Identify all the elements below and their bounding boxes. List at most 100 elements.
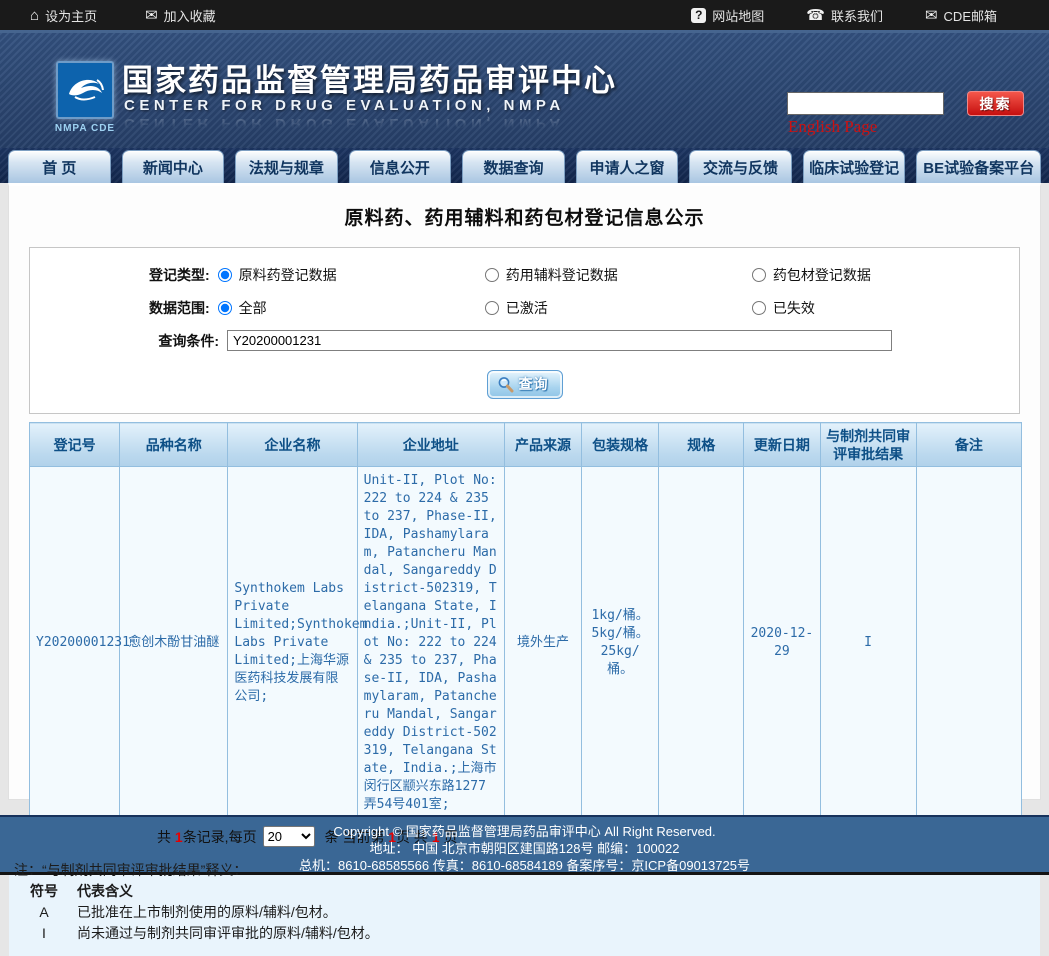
raw-material-radio[interactable] xyxy=(217,267,232,282)
question-icon: ? xyxy=(691,7,707,23)
site-search-input[interactable] xyxy=(787,92,944,115)
legend-meaning-header: 代表含义 xyxy=(77,883,133,899)
add-favorite-label: 加入收藏 xyxy=(163,8,216,24)
table-row: Y20200001231 愈创木酚甘油醚 Synthokem Labs Priv… xyxy=(28,466,1023,820)
radio-scope-active[interactable]: 已激活 xyxy=(484,298,752,318)
cell-product-source: 境外生产 xyxy=(503,466,583,820)
add-favorite-link[interactable]: ✉ 加入收藏 xyxy=(145,6,216,25)
cde-mail-link[interactable]: ✉ CDE邮箱 xyxy=(925,6,997,25)
legend-meaning-i: 尚未通过与制剂共同审评审批的原料/辅料/包材。 xyxy=(77,925,379,941)
scope-invalid-radio-label: 已失效 xyxy=(772,299,815,316)
scope-all-radio[interactable] xyxy=(217,300,232,315)
query-condition-row: 查询条件: xyxy=(30,324,1019,357)
radio-scope-invalid[interactable]: 已失效 xyxy=(751,298,1019,318)
topbar-left-group: ⌂ 设为主页 ✉ 加入收藏 xyxy=(30,6,216,25)
cell-update-date: 2020-12-29 xyxy=(743,466,821,820)
nav-tab-feedback[interactable]: 交流与反馈 xyxy=(689,150,792,183)
home-icon: ⌂ xyxy=(30,6,40,24)
nav-tab-be-platform[interactable]: BE试验备案平台 xyxy=(916,150,1042,183)
english-page-link[interactable]: English Page xyxy=(788,117,877,137)
legend-row-a: A 已批准在上市制剂使用的原料/辅料/包材。 xyxy=(9,902,1040,923)
reg-type-label: 登记类型: xyxy=(148,266,210,283)
cell-company-address: Unit-II, Plot No: 222 to 224 & 235 to 23… xyxy=(356,466,505,820)
col-header-package-spec: 包装规格 xyxy=(581,422,660,467)
col-header-spec: 规格 xyxy=(658,422,745,467)
nav-tab-info-disclosure[interactable]: 信息公开 xyxy=(348,150,452,183)
nav-tab-news[interactable]: 新闻中心 xyxy=(121,150,225,183)
radio-raw-material-data[interactable]: 原料药登记数据 xyxy=(217,265,485,285)
query-condition-input[interactable] xyxy=(227,330,892,351)
col-header-product-source: 产品来源 xyxy=(503,422,583,467)
radio-excipient-data[interactable]: 药用辅料登记数据 xyxy=(484,265,752,285)
pagination-text: 共 xyxy=(157,828,175,845)
table-header-row: 登记号 品种名称 企业名称 企业地址 产品来源 包装规格 规格 更新日期 与制剂… xyxy=(28,422,1023,467)
query-button-label: 查询 xyxy=(518,376,549,392)
packaging-radio[interactable] xyxy=(751,267,766,282)
nav-tab-home[interactable]: 首 页 xyxy=(8,150,111,183)
pagination-text: 条记录,每页 xyxy=(182,828,257,845)
legend-row-i: I 尚未通过与制剂共同审评审批的原料/辅料/包材。 xyxy=(9,923,1040,944)
scope-active-radio[interactable] xyxy=(484,300,499,315)
col-header-remark: 备注 xyxy=(915,422,1023,467)
results-table: 登记号 品种名称 企业名称 企业地址 产品来源 包装规格 规格 更新日期 与制剂… xyxy=(28,422,1023,820)
cell-package-spec: 1kg/桶。5kg/桶。25kg/桶。 xyxy=(581,466,660,820)
query-button[interactable]: 查询 xyxy=(486,370,563,399)
col-header-review-result: 与制剂共同审评审批结果 xyxy=(819,422,917,467)
nav-tab-regulations[interactable]: 法规与规章 xyxy=(235,150,338,183)
nav-tab-data-query[interactable]: 数据查询 xyxy=(462,150,565,183)
scope-invalid-radio[interactable] xyxy=(751,300,766,315)
cde-logo[interactable] xyxy=(56,61,114,119)
topbar-right-group: ? 网站地图 ☎ 联系我们 ✉ CDE邮箱 xyxy=(691,6,997,25)
query-form: 登记类型: 原料药登记数据 药用辅料登记数据 药包材登记数据 数据范围: 全部 xyxy=(29,247,1020,414)
site-title: 国家药品监督管理局药品审评中心 xyxy=(122,63,617,98)
col-header-company-name: 企业名称 xyxy=(227,422,358,467)
logo-caption: NMPA CDE xyxy=(54,123,116,134)
nav-tab-applicant-window[interactable]: 申请人之窗 xyxy=(575,150,679,183)
page-size-select[interactable]: 20 xyxy=(262,826,315,847)
radio-packaging-data[interactable]: 药包材登记数据 xyxy=(751,265,1019,285)
scope-active-radio-label: 已激活 xyxy=(505,299,548,316)
sitemap-label: 网站地图 xyxy=(712,8,765,24)
content-wrapper: 原料药、药用辅料和药包材登记信息公示 登记类型: 原料药登记数据 药用辅料登记数… xyxy=(8,183,1041,956)
data-scope-row: 数据范围: 全部 已激活 已失效 xyxy=(30,291,1019,324)
site-subtitle-reflection: CENTER FOR DRUG EVALUATION, NMPA xyxy=(124,115,565,132)
radio-scope-all[interactable]: 全部 xyxy=(217,298,485,318)
query-condition-label: 查询条件: xyxy=(158,332,219,349)
cell-reg-no: Y20200001231 xyxy=(28,466,130,820)
site-subtitle: CENTER FOR DRUG EVALUATION, NMPA xyxy=(124,97,565,114)
cell-product-name: 愈创木酚甘油醚 xyxy=(119,466,229,820)
legend-symbol-a: A xyxy=(39,904,49,920)
mail-icon: ✉ xyxy=(924,6,938,24)
phone-icon: ☎ xyxy=(806,6,825,24)
col-header-reg-no: 登记号 xyxy=(28,422,121,467)
site-search-button[interactable]: 搜索 xyxy=(967,91,1024,116)
cde-logo-icon xyxy=(69,79,104,101)
cell-company-name: Synthokem Labs Private Limited;Synthokem… xyxy=(227,466,367,820)
col-header-company-address: 企业地址 xyxy=(356,422,505,467)
total-records: 1 xyxy=(174,828,183,845)
main-area: 原料药、药用辅料和药包材登记信息公示 登记类型: 原料药登记数据 药用辅料登记数… xyxy=(0,183,1049,956)
set-homepage-link[interactable]: ⌂ 设为主页 xyxy=(30,6,97,25)
excipient-radio[interactable] xyxy=(484,267,499,282)
contact-us-link[interactable]: ☎ 联系我们 xyxy=(806,6,883,25)
cde-mail-label: CDE邮箱 xyxy=(943,8,997,24)
cell-spec xyxy=(658,466,745,820)
magnifier-icon xyxy=(498,376,513,392)
cell-review-result: I xyxy=(819,466,917,820)
contact-us-label: 联系我们 xyxy=(830,8,883,24)
legend-meaning-a: 已批准在上市制剂使用的原料/辅料/包材。 xyxy=(77,904,337,920)
sitemap-link[interactable]: ? 网站地图 xyxy=(691,6,764,25)
query-button-row: 查询 xyxy=(30,370,1019,399)
raw-material-radio-label: 原料药登记数据 xyxy=(238,266,337,283)
top-utility-bar: ⌂ 设为主页 ✉ 加入收藏 ? 网站地图 ☎ 联系我们 ✉ CDE邮箱 xyxy=(0,0,1049,30)
legend-symbol-i: I xyxy=(42,925,46,941)
col-header-product-name: 品种名称 xyxy=(119,422,229,467)
reg-type-row: 登记类型: 原料药登记数据 药用辅料登记数据 药包材登记数据 xyxy=(30,258,1019,291)
cell-remark xyxy=(915,466,1023,820)
site-header: NMPA CDE 国家药品监督管理局药品审评中心 CENTER FOR DRUG… xyxy=(0,30,1049,148)
scope-all-radio-label: 全部 xyxy=(238,299,267,316)
nav-tab-clinical-trial[interactable]: 临床试验登记 xyxy=(802,150,906,183)
main-nav: 首 页 新闻中心 法规与规章 信息公开 数据查询 申请人之窗 交流与反馈 临床试… xyxy=(0,148,1049,183)
col-header-update-date: 更新日期 xyxy=(743,422,821,467)
legend-header-row: 符号 代表含义 xyxy=(9,881,1040,902)
